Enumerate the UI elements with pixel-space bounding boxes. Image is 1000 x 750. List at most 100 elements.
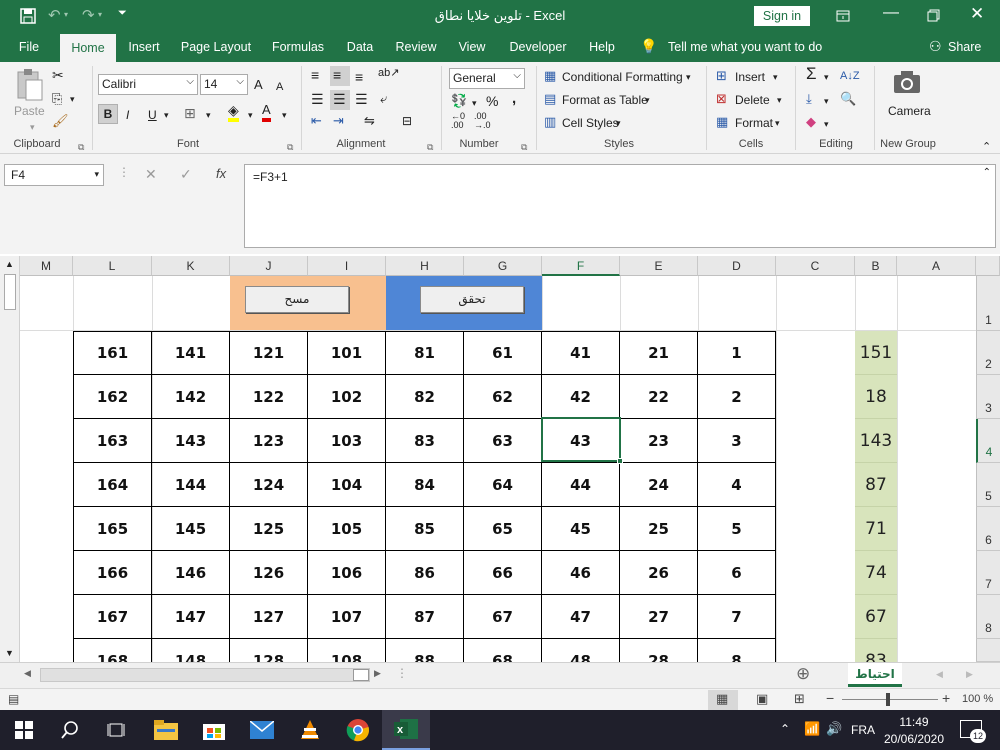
table-cell[interactable]: 168	[73, 639, 152, 662]
paste-dropdown-icon[interactable]: ▾	[30, 118, 35, 136]
left-align-icon[interactable]: ☰	[311, 90, 324, 108]
fill-dropdown-icon[interactable]: ▾	[824, 92, 829, 110]
redo-icon[interactable]: ↷	[82, 6, 95, 24]
table-cell[interactable]: 142	[152, 375, 230, 419]
column-header-e[interactable]: E	[620, 256, 698, 276]
sheet-next-icon[interactable]: ▶	[966, 669, 973, 680]
search-icon[interactable]	[56, 716, 84, 744]
row-header-7[interactable]: 7	[976, 551, 1000, 595]
tab-review[interactable]: Review	[390, 32, 442, 62]
chevron-down-icon[interactable]: ▾	[686, 68, 691, 86]
autosum-button[interactable]: Σ	[806, 65, 817, 83]
orientation-icon[interactable]: ab↗	[378, 64, 399, 82]
bold-button[interactable]: B	[98, 104, 118, 124]
column-header-a[interactable]: A	[897, 256, 976, 276]
table-cell[interactable]: 88	[386, 639, 464, 662]
check-button[interactable]: تحقق	[420, 286, 524, 313]
clear-button[interactable]: مسح	[245, 286, 349, 313]
table-cell[interactable]: 81	[386, 331, 464, 375]
italic-button[interactable]: I	[126, 106, 129, 124]
confirm-formula-icon[interactable]: ✓	[180, 166, 192, 183]
vertical-scrollbar[interactable]: ▲ ▼	[0, 256, 20, 662]
table-cell[interactable]: 83	[386, 419, 464, 463]
minimize-icon[interactable]: —	[883, 4, 899, 22]
table-cell[interactable]: 21	[620, 331, 698, 375]
windows-start-icon[interactable]	[10, 716, 38, 744]
table-cell[interactable]: 101	[308, 331, 386, 375]
comma-button[interactable]: ,	[512, 90, 516, 108]
table-cell[interactable]: 165	[73, 507, 152, 551]
column-header-m[interactable]: M	[20, 256, 73, 276]
table-cell[interactable]: 41	[542, 331, 620, 375]
tab-insert[interactable]: Insert	[122, 32, 166, 62]
tab-data[interactable]: Data	[340, 32, 380, 62]
table-cell[interactable]: 44	[542, 463, 620, 507]
borders-dropdown-icon[interactable]: ▾	[206, 106, 211, 124]
middle-align-icon[interactable]: ≡	[333, 66, 341, 84]
excel-taskbar-active[interactable]: x	[382, 710, 430, 750]
table-cell[interactable]: 108	[308, 639, 386, 662]
undo-icon[interactable]: ↶	[48, 6, 61, 24]
table-cell[interactable]: 128	[230, 639, 308, 662]
table-cell[interactable]: 103	[308, 419, 386, 463]
normal-view-icon[interactable]: ▦	[716, 691, 728, 707]
chevron-down-icon[interactable]: ▾	[773, 68, 778, 86]
increase-decimal-icon[interactable]: ←0.00	[451, 112, 465, 130]
sign-in-button[interactable]: Sign in	[754, 6, 810, 26]
column-b-cell[interactable]: 18	[855, 375, 897, 419]
currency-icon[interactable]: 💱	[451, 92, 467, 110]
table-cell[interactable]: 2	[698, 375, 776, 419]
table-cell[interactable]: 27	[620, 595, 698, 639]
underline-button[interactable]: U	[148, 106, 157, 124]
chevron-down-icon[interactable]: ▾	[616, 114, 621, 132]
restore-icon[interactable]	[927, 9, 940, 22]
right-align-icon[interactable]: ☰	[355, 90, 368, 108]
table-cell[interactable]: 24	[620, 463, 698, 507]
macro-record-icon[interactable]: ▤	[8, 692, 19, 706]
insert-cells-button[interactable]: Insert	[735, 68, 765, 86]
zoom-slider[interactable]	[842, 699, 938, 700]
column-b-cell[interactable]: 83	[855, 639, 897, 662]
sort-filter-icon[interactable]: A↓Z	[840, 67, 860, 85]
table-cell[interactable]: 6	[698, 551, 776, 595]
currency-dropdown-icon[interactable]: ▾	[472, 94, 477, 112]
chevron-down-icon[interactable]: ▾	[777, 91, 782, 109]
table-cell[interactable]: 28	[620, 639, 698, 662]
save-icon[interactable]	[20, 8, 36, 24]
column-header-i[interactable]: I	[308, 256, 386, 276]
notification-icon[interactable]: 12	[960, 720, 986, 743]
camera-icon[interactable]	[893, 70, 921, 94]
table-cell[interactable]: 127	[230, 595, 308, 639]
table-cell[interactable]: 102	[308, 375, 386, 419]
center-align-icon[interactable]: ☰	[333, 90, 346, 108]
copy-dropdown-icon[interactable]: ▾	[70, 90, 75, 108]
scroll-left-icon[interactable]: ◀	[24, 668, 31, 679]
column-b-cell[interactable]: 67	[855, 595, 897, 639]
table-cell[interactable]: 141	[152, 331, 230, 375]
page-layout-view-icon[interactable]: ▣	[756, 691, 768, 707]
fill-dropdown-icon[interactable]: ▾	[248, 106, 253, 124]
decrease-indent-icon[interactable]: ⇤	[311, 112, 322, 130]
row-header-1[interactable]: 1	[976, 276, 1000, 331]
table-cell[interactable]: 26	[620, 551, 698, 595]
column-header-h[interactable]: H	[386, 256, 464, 276]
language-indicator[interactable]: FRA	[851, 723, 875, 737]
chrome-icon[interactable]	[344, 716, 372, 744]
share-button[interactable]: Share	[948, 40, 981, 54]
table-cell[interactable]: 65	[464, 507, 542, 551]
chevron-down-icon[interactable]: ⌵	[186, 76, 194, 87]
table-cell[interactable]: 7	[698, 595, 776, 639]
table-cell[interactable]: 45	[542, 507, 620, 551]
file-explorer-icon[interactable]	[152, 716, 180, 744]
row-header-5[interactable]: 5	[976, 463, 1000, 507]
ribbon-display-icon[interactable]	[836, 9, 850, 23]
chevron-down-icon[interactable]: ▾	[645, 91, 650, 109]
table-cell[interactable]: 8	[698, 639, 776, 662]
column-b-cell[interactable]: 87	[855, 463, 897, 507]
tab-page-layout[interactable]: Page Layout	[176, 32, 256, 62]
zoom-out-button[interactable]: −	[826, 690, 834, 706]
table-cell[interactable]: 48	[542, 639, 620, 662]
table-cell[interactable]: 167	[73, 595, 152, 639]
paste-icon[interactable]	[14, 68, 44, 102]
zoom-level[interactable]: 100 %	[962, 693, 993, 705]
